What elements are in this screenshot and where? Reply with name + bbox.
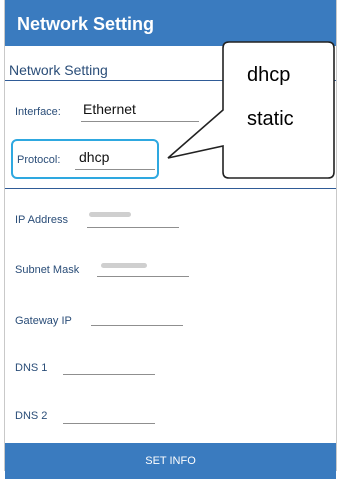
interface-label: Interface: — [15, 106, 61, 118]
form-divider — [5, 188, 336, 189]
protocol-dropdown-callout: dhcp static — [166, 40, 336, 180]
dropdown-option-static[interactable]: static — [247, 108, 294, 131]
app-title: Network Setting — [17, 14, 155, 34]
dns2-label: DNS 2 — [15, 410, 48, 422]
subnet-mask-label: Subnet Mask — [15, 264, 80, 276]
subnet-mask-placeholder — [101, 263, 147, 268]
gateway-ip-input[interactable] — [91, 325, 183, 326]
ip-address-label: IP Address — [15, 214, 68, 226]
set-info-button[interactable]: SET INFO — [5, 443, 336, 479]
dns1-label: DNS 1 — [15, 362, 48, 374]
section-title: Network Setting — [9, 62, 108, 78]
interface-value[interactable]: Ethernet — [83, 101, 136, 117]
ip-address-placeholder — [89, 212, 131, 217]
dns2-input[interactable] — [63, 423, 155, 424]
dns1-input[interactable] — [63, 374, 155, 375]
protocol-select[interactable]: dhcp — [79, 149, 109, 165]
subnet-mask-input[interactable] — [97, 276, 189, 277]
protocol-label: Protocol: — [17, 154, 61, 166]
ip-address-input[interactable] — [87, 227, 179, 228]
dropdown-option-dhcp[interactable]: dhcp — [247, 64, 290, 87]
protocol-underline — [75, 169, 155, 170]
gateway-ip-label: Gateway IP — [15, 315, 72, 327]
